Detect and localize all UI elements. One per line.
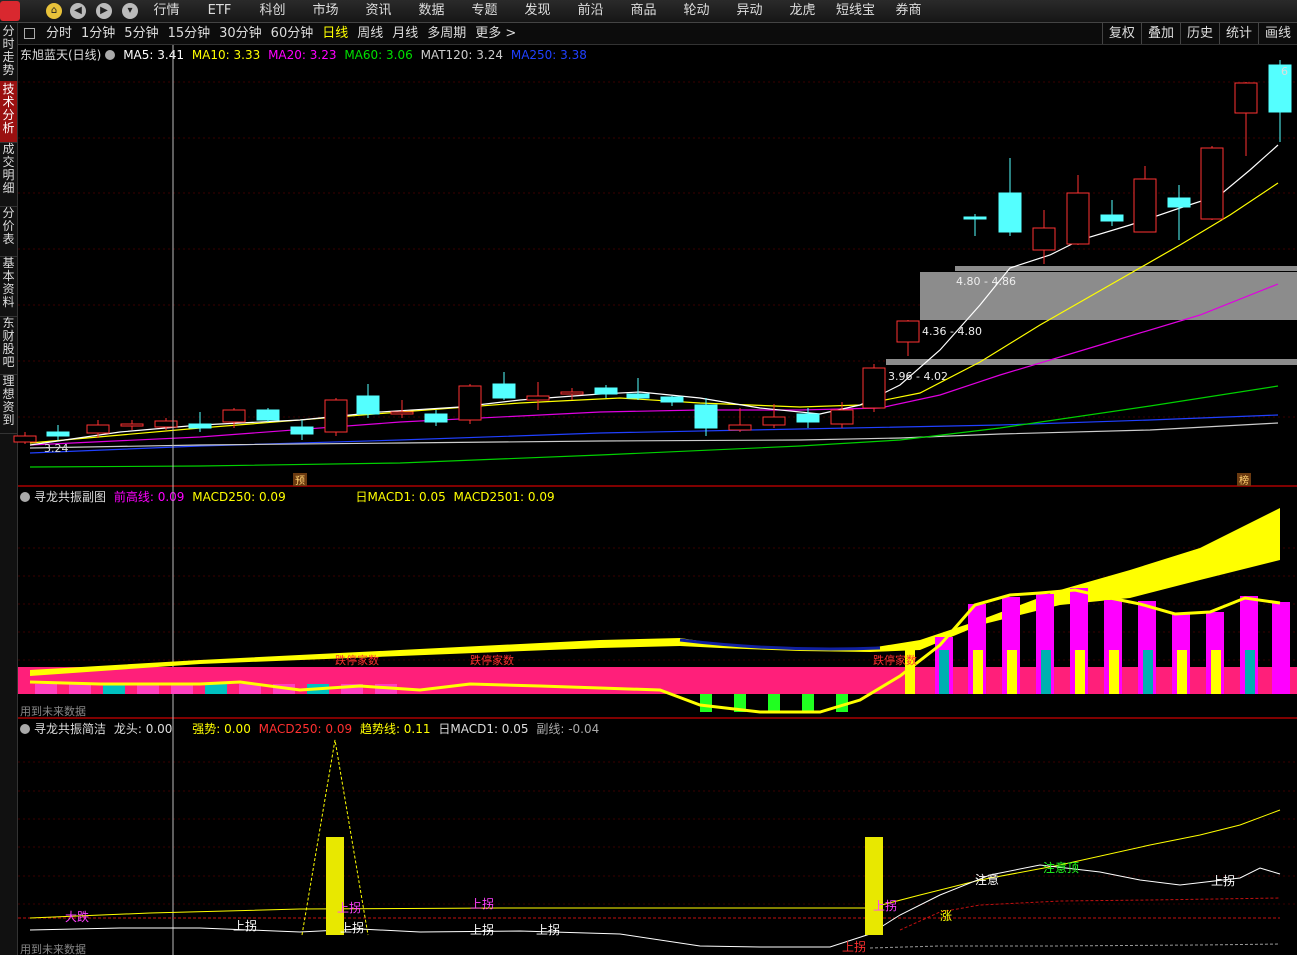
sub2-dashed-red-curve (899, 897, 1281, 931)
candle-body (626, 393, 650, 399)
candle-body (256, 409, 280, 421)
sub2-shangguai-labels: 上拐 上拐 上拐 上拐 上拐 (233, 873, 1235, 937)
candle-body (492, 383, 516, 399)
hist-bar (700, 694, 712, 712)
candle-body (1100, 214, 1124, 222)
main-gridlines (18, 81, 1297, 905)
candle-body (390, 411, 414, 415)
shangguai-label: 上拐 (470, 922, 494, 937)
sub2-dadie-label: 大跌 (65, 909, 89, 924)
candle-body (560, 391, 584, 395)
zhuyiding-label: 注意顶 (1043, 860, 1079, 875)
candle-body (998, 192, 1022, 233)
zhuyi-label: 注意 (975, 872, 999, 887)
candle-body (694, 404, 718, 429)
candle-body (222, 409, 246, 423)
limit-down-label-2: 跌停家数 (470, 653, 514, 667)
ma250-line (29, 414, 1279, 454)
hist-bar (973, 650, 983, 694)
candle-body (188, 423, 212, 429)
limit-down-label-1: 跌停家数 (335, 653, 379, 667)
shangguai-label: 上拐 (873, 898, 897, 913)
candle-body (594, 387, 618, 395)
sub2-yellow-pillar (865, 837, 883, 935)
candle-body (356, 395, 380, 415)
shangguai-label: 上拐 (536, 922, 560, 937)
zhang-label: 涨 (940, 908, 952, 923)
hist-bar (1211, 650, 1221, 694)
shangguai-label: 上拐 (842, 939, 866, 954)
hist-bar (1272, 602, 1290, 694)
candle-body (324, 399, 348, 433)
candle-body (963, 216, 987, 220)
hist-bar (802, 694, 814, 712)
hist-bar (1109, 650, 1119, 694)
candle-body (86, 424, 110, 434)
candle-body (290, 426, 314, 435)
candle-body (1200, 147, 1224, 220)
candle-body (1133, 178, 1157, 233)
sub2-trend-line (29, 809, 1281, 919)
hist-bar (939, 650, 949, 694)
price-zone-1-cap (955, 266, 1297, 271)
hist-bar (69, 684, 91, 694)
hist-bar (1007, 650, 1017, 694)
hist-bar (1177, 650, 1187, 694)
shangguai-label: 上拐 (1211, 873, 1235, 888)
candle-body (526, 395, 550, 401)
candle-body (762, 416, 786, 426)
future-data-note: 用到未来数据 (20, 704, 86, 718)
candle-body (1234, 82, 1258, 114)
limit-down-label-3: 跌停家数 (873, 653, 917, 667)
hist-bar (1245, 650, 1255, 694)
candle-body (154, 420, 178, 428)
hist-bar (35, 684, 57, 694)
top-price-label: 6 (1281, 65, 1288, 78)
hist-bar (1143, 650, 1153, 694)
shangguai-label: 上拐 (470, 896, 494, 911)
future-data-note-2: 用到未来数据 (20, 942, 86, 955)
shangguai-label: 上拐 (340, 920, 364, 935)
candle-body (46, 431, 70, 437)
candle-body (830, 409, 854, 425)
hist-bar (1041, 650, 1051, 694)
zone1-label: 4.80 - 4.86 (956, 275, 1016, 288)
candle-body (896, 320, 920, 343)
candle-body (660, 396, 684, 403)
bang-marker-text: 榜 (1239, 474, 1249, 487)
candle-body (796, 413, 820, 423)
shangguai-label: 上拐 (233, 918, 257, 933)
candle-body (1032, 227, 1056, 251)
yu-marker-text: 预 (295, 475, 305, 487)
price-zone-3 (886, 359, 1297, 365)
candle-body (458, 385, 482, 421)
hist-bar (205, 684, 227, 694)
sub2-gray-dashed (869, 943, 1281, 949)
hist-bar (1075, 650, 1085, 694)
sub1-blue-segment (679, 638, 881, 651)
candlesticks (13, 60, 1292, 444)
sub2-white-line (29, 864, 1281, 948)
zone3-label: 3.96 - 4.02 (888, 370, 948, 383)
low-price-label: 3.24 (44, 442, 69, 455)
candle-body (13, 435, 37, 443)
candle-body (862, 367, 886, 409)
candle-body (424, 413, 448, 423)
candle-body (728, 424, 752, 431)
hist-bar (768, 694, 780, 712)
chart-area: 4.80 - 4.86 4.36 - 4.80 3.96 - 4.02 3.24… (13, 45, 1297, 955)
candle-body (1066, 192, 1090, 245)
candle-body (120, 423, 144, 427)
shangguai-label: 上拐 (337, 900, 361, 915)
candle-body (1167, 197, 1191, 208)
sub1-yellow-band (30, 508, 1280, 676)
